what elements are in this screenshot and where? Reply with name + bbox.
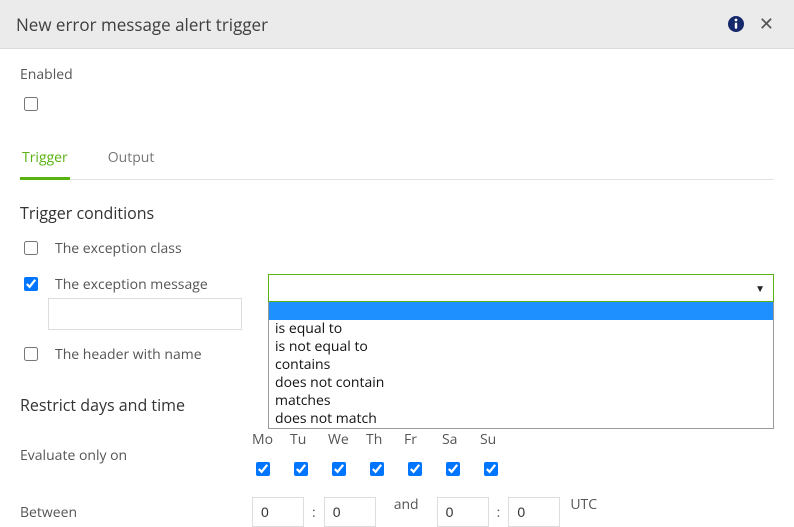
and-label: and (394, 495, 419, 514)
day-head-we: We (328, 430, 366, 449)
tab-output[interactable]: Output (106, 142, 157, 179)
condition-exception-class: The exception class (20, 238, 774, 258)
operator-option-not-contains[interactable]: does not contain (269, 374, 773, 392)
evaluate-label: Evaluate only on (20, 446, 252, 465)
from-hour-input[interactable] (252, 497, 304, 527)
condition-exception-message: The exception message ▼ is equal to is n… (20, 274, 774, 294)
day-head-sa: Sa (442, 430, 480, 449)
operator-option-not-matches[interactable]: does not match (269, 410, 773, 428)
day-head-fr: Fr (404, 430, 442, 449)
day-head-mo: Mo (252, 430, 290, 449)
conditions-title: Trigger conditions (20, 202, 774, 224)
between-row: Between : and : UTC (20, 497, 774, 527)
info-icon[interactable] (727, 15, 745, 33)
operator-select-display[interactable]: ▼ (268, 274, 774, 302)
from-minute-input[interactable] (324, 497, 376, 527)
close-icon[interactable]: ✕ (755, 12, 778, 36)
operator-option-matches[interactable]: matches (269, 392, 773, 410)
day-head-su: Su (480, 430, 518, 449)
colon-1: : (312, 503, 316, 522)
dialog-header: New error message alert trigger ✕ (0, 0, 794, 49)
header-name-label: The header with name (55, 345, 265, 364)
day-checkbox-th[interactable] (370, 462, 384, 476)
enabled-checkbox[interactable] (24, 97, 38, 111)
day-checkbox-su[interactable] (484, 462, 498, 476)
day-checkbox-mo[interactable] (256, 462, 270, 476)
colon-2: : (497, 503, 501, 522)
exception-message-input[interactable] (48, 298, 242, 330)
exception-class-checkbox[interactable] (24, 241, 38, 255)
day-checkbox-tu[interactable] (294, 462, 308, 476)
operator-select[interactable]: ▼ is equal to is not equal to contains d… (268, 274, 774, 429)
operator-option-equal[interactable]: is equal to (269, 320, 773, 338)
day-checkbox-sa[interactable] (446, 462, 460, 476)
operator-option-not-equal[interactable]: is not equal to (269, 338, 773, 356)
evaluate-row: Evaluate only on Mo Tu We Th Fr Sa Su (20, 430, 774, 481)
day-checkbox-we[interactable] (332, 462, 346, 476)
exception-message-label: The exception message (55, 275, 265, 294)
dialog-body: Enabled Trigger Output Trigger condition… (0, 49, 794, 527)
day-checkbox-fr[interactable] (408, 462, 422, 476)
day-head-tu: Tu (290, 430, 328, 449)
day-head-th: Th (366, 430, 404, 449)
between-label: Between (20, 503, 252, 522)
to-hour-input[interactable] (437, 497, 489, 527)
operator-dropdown: is equal to is not equal to contains doe… (268, 302, 774, 429)
chevron-down-icon: ▼ (755, 281, 765, 295)
days-grid: Mo Tu We Th Fr Sa Su (252, 430, 518, 481)
exception-message-checkbox[interactable] (24, 277, 38, 291)
operator-option-contains[interactable]: contains (269, 356, 773, 374)
dialog-title: New error message alert trigger (16, 13, 727, 36)
time-to: : (437, 497, 561, 527)
tabs: Trigger Output (20, 142, 774, 180)
to-minute-input[interactable] (508, 497, 560, 527)
enabled-label: Enabled (20, 65, 774, 84)
utc-label: UTC (570, 495, 597, 514)
exception-class-label: The exception class (55, 239, 265, 258)
time-from: : (252, 497, 376, 527)
header-actions: ✕ (727, 12, 778, 36)
operator-option-blank[interactable] (269, 302, 773, 320)
header-name-checkbox[interactable] (24, 347, 38, 361)
tab-trigger[interactable]: Trigger (20, 142, 70, 180)
